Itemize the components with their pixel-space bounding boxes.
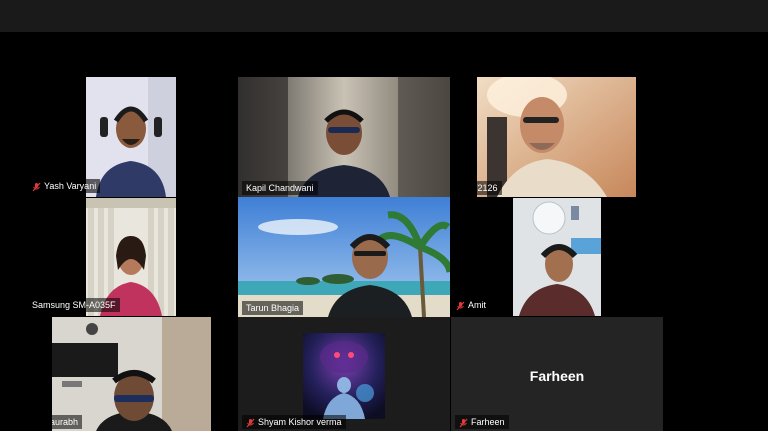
participant-name-tarun: Tarun Bhagia	[242, 301, 304, 315]
muted-mic-icon	[32, 182, 41, 192]
participant-name-kapil: Kapil Chandwani	[242, 181, 318, 195]
participant-name-shyam: Shyam Kishor verma	[242, 415, 346, 429]
muted-mic-icon	[456, 301, 465, 311]
muted-mic-icon	[459, 418, 468, 428]
participant-video-vivo	[477, 77, 636, 197]
video-tile-farheen[interactable]: Farheen Farheen	[451, 317, 663, 431]
video-tile-saurabh[interactable]: Saurabh	[52, 317, 211, 431]
participant-name-saurabh: Saurabh	[52, 415, 83, 429]
participant-video-amit	[513, 198, 601, 316]
participant-video-saurabh	[52, 317, 211, 431]
video-tile-tarun-active-speaker[interactable]: Tarun Bhagia	[238, 197, 450, 317]
video-tile-shyam[interactable]: Shyam Kishor verma	[238, 317, 450, 431]
participant-video-tarun	[238, 197, 450, 317]
participant-video-kapil	[238, 77, 450, 197]
video-tile-amit[interactable]	[513, 198, 601, 316]
participant-name-farheen: Farheen	[455, 415, 509, 429]
shiva-avatar-image	[303, 333, 385, 419]
participant-name-samsung: Samsung SM-A035F	[28, 298, 120, 312]
video-tile-vivo[interactable]: vivo V2126	[477, 77, 636, 197]
video-tile-kapil[interactable]: Kapil Chandwani	[238, 77, 450, 197]
muted-mic-icon	[246, 418, 255, 428]
participant-name-yash: Yash Varyani	[28, 179, 101, 193]
top-toolbar	[0, 0, 768, 32]
participant-avatar-name-farheen: Farheen	[529, 368, 585, 385]
participant-name-amit: Amit	[452, 298, 490, 312]
participant-name-vivo: vivo V2126	[477, 181, 502, 195]
